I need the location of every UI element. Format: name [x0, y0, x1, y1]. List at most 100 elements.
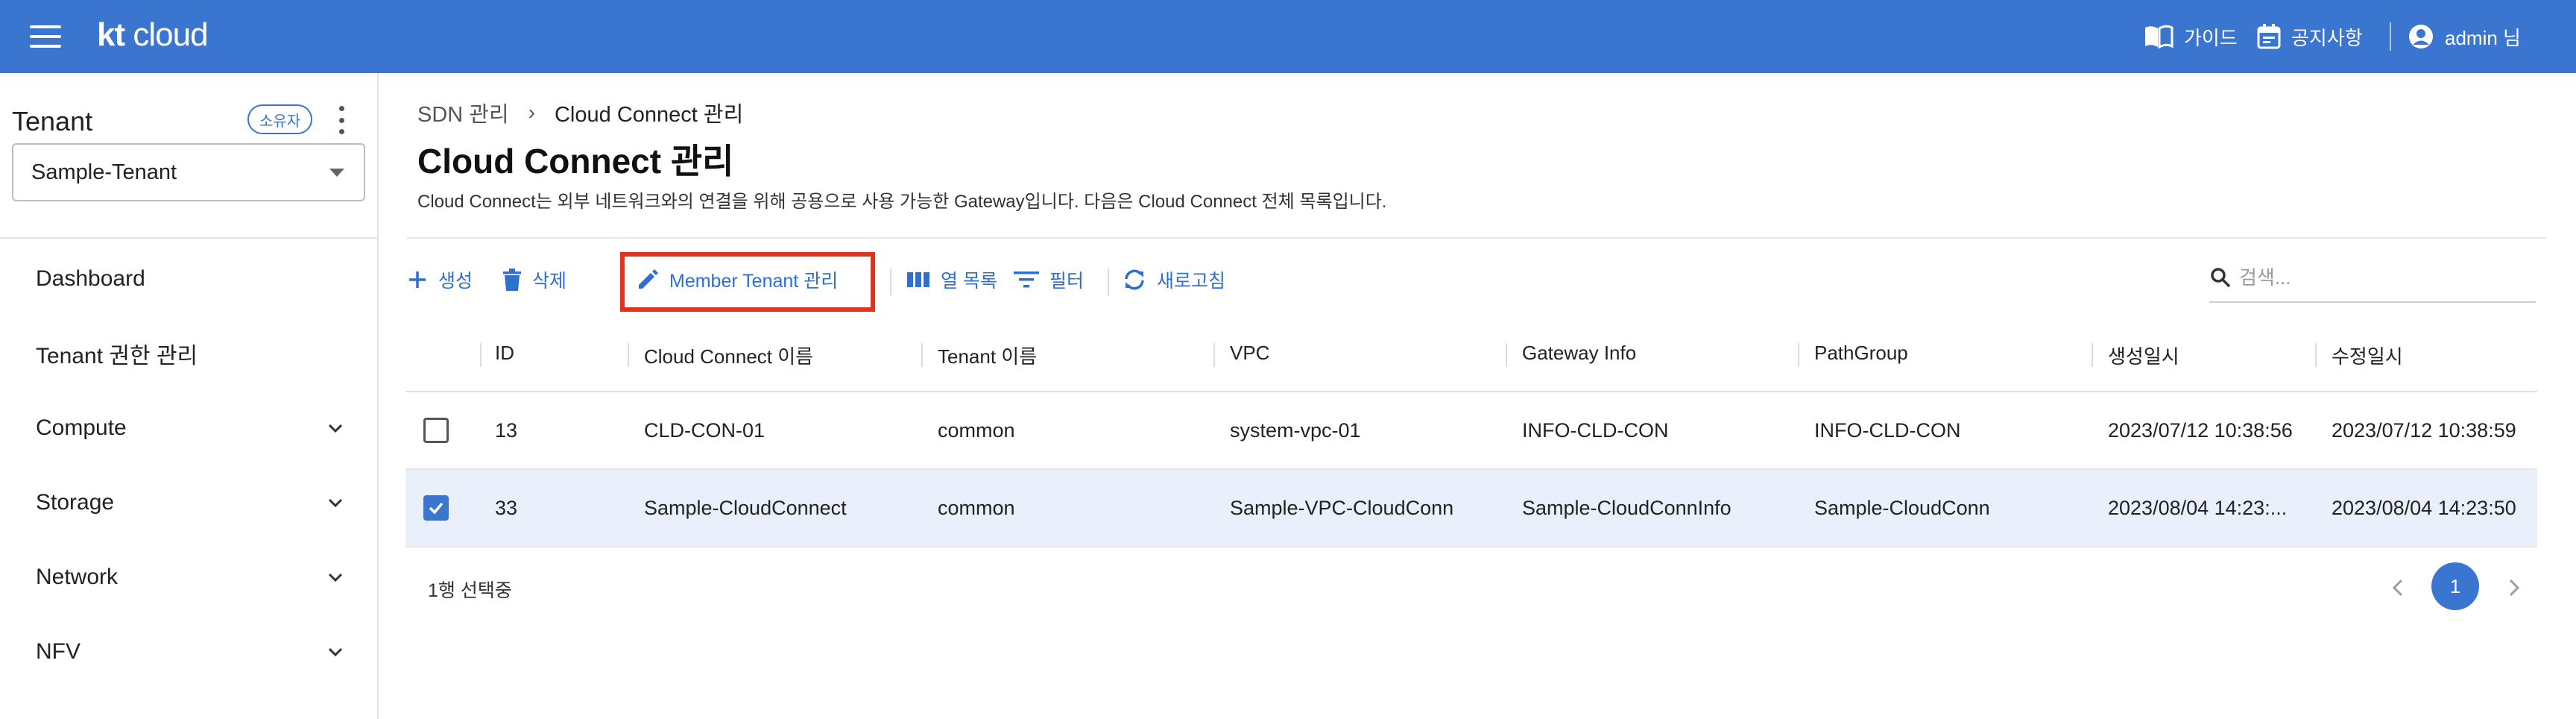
sidebar-item-label: NFV: [36, 639, 80, 664]
trash-icon: [503, 269, 521, 291]
sidebar-item-network[interactable]: Network: [36, 555, 349, 600]
chevron-down-icon: [328, 647, 343, 657]
create-button[interactable]: 생성: [407, 258, 473, 301]
table-row[interactable]: 13 CLD-CON-01 common system-vpc-01 INFO-…: [405, 392, 2537, 470]
cell-modified: 2023/07/12 10:38:59: [2332, 419, 2516, 442]
owner-badge: 소유자: [247, 104, 313, 134]
guide-label: 가이드: [2184, 26, 2238, 49]
logo-text-cloud: cloud: [133, 16, 208, 53]
filter-label: 필터: [1049, 271, 1085, 292]
breadcrumb-parent[interactable]: SDN 관리: [417, 97, 509, 128]
search-input[interactable]: [2239, 266, 2507, 289]
tenant-select[interactable]: Sample-Tenant: [12, 143, 365, 201]
book-icon: [2145, 25, 2174, 48]
tenant-select-value: Sample-Tenant: [31, 160, 177, 184]
column-header-tenant[interactable]: Tenant 이름: [938, 342, 1037, 369]
chevron-down-icon: [328, 424, 343, 433]
check-icon: [429, 502, 443, 515]
cell-tenant: common: [938, 419, 1015, 442]
create-label: 생성: [438, 271, 473, 292]
table-header: ID Cloud Connect 이름 Tenant 이름 VPC Gatewa…: [405, 321, 2537, 392]
delete-button[interactable]: 삭제: [502, 258, 566, 301]
cell-id: 33: [495, 497, 518, 519]
column-header-name[interactable]: Cloud Connect 이름: [644, 342, 813, 369]
logo-text-kt: kt: [97, 16, 125, 53]
account-circle-icon: [2409, 25, 2433, 48]
toolbar-divider: [1108, 269, 1109, 295]
toolbar-divider: [890, 269, 891, 295]
top-app-bar: kt cloud 가이드 공지사항 admin 님: [0, 0, 2576, 73]
chevron-right-icon[interactable]: [2504, 570, 2524, 606]
sidebar-item-storage[interactable]: Storage: [36, 480, 349, 525]
pencil-icon: [639, 269, 658, 289]
column-divider: [1506, 343, 1507, 367]
cell-modified: 2023/08/04 14:23:50: [2332, 497, 2516, 519]
refresh-button[interactable]: 새로고침: [1123, 258, 1225, 301]
member-tenant-manage-button[interactable]: Member Tenant 관리: [637, 258, 838, 301]
row-checkbox[interactable]: [423, 495, 449, 521]
filter-button[interactable]: 필터: [1014, 258, 1084, 301]
column-header-created[interactable]: 생성일시: [2108, 342, 2179, 369]
column-divider: [921, 343, 923, 367]
sidebar-item-compute[interactable]: Compute: [36, 406, 349, 450]
user-menu[interactable]: admin 님: [2408, 21, 2521, 52]
sidebar-item-label: Storage: [36, 490, 115, 515]
cell-created: 2023/08/04 14:23:...: [2108, 497, 2288, 519]
delete-label: 삭제: [532, 271, 567, 292]
column-header-gateway-info[interactable]: Gateway Info: [1522, 342, 1636, 365]
cell-vpc: system-vpc-01: [1230, 419, 1361, 442]
search-field[interactable]: [2209, 254, 2536, 303]
menu-icon[interactable]: [30, 25, 61, 48]
cloud-connect-table: ID Cloud Connect 이름 Tenant 이름 VPC Gatewa…: [405, 321, 2537, 547]
breadcrumb: SDN 관리 › Cloud Connect 관리: [417, 97, 743, 128]
cell-vpc: Sample-VPC-CloudConn: [1230, 497, 1454, 519]
table-row[interactable]: 33 Sample-CloudConnect common Sample-VPC…: [405, 470, 2537, 547]
cell-created: 2023/07/12 10:38:56: [2108, 419, 2293, 442]
cell-pathgroup: Sample-CloudConn: [1814, 497, 1990, 519]
kt-cloud-logo[interactable]: kt cloud: [97, 16, 209, 54]
breadcrumb-current: Cloud Connect 관리: [554, 103, 744, 127]
cell-gateway-info: INFO-CLD-CON: [1522, 419, 1669, 442]
cell-name: Sample-CloudConnect: [644, 497, 847, 519]
chevron-down-icon: [328, 573, 343, 583]
column-header-vpc[interactable]: VPC: [1230, 342, 1269, 365]
cell-name: CLD-CON-01: [644, 419, 765, 442]
search-icon: [2211, 268, 2231, 288]
sidebar: Tenant 소유자 Sample-Tenant Dashboard Tenan…: [0, 73, 379, 719]
guide-link[interactable]: 가이드: [2144, 21, 2238, 52]
column-divider: [2315, 343, 2317, 367]
sidebar-item-tenant-permissions[interactable]: Tenant 권한 관리: [36, 331, 349, 376]
sidebar-item-label: Tenant 권한 관리: [36, 344, 198, 368]
column-header-pathgroup[interactable]: PathGroup: [1814, 342, 1908, 365]
page-description: Cloud Connect는 외부 네트워크와의 연결을 위해 공용으로 사용 …: [417, 192, 1387, 212]
column-divider: [1798, 343, 1799, 367]
calendar-icon: [2257, 24, 2281, 49]
column-divider: [628, 343, 629, 367]
column-divider: [2092, 343, 2093, 367]
tenant-title: Tenant: [12, 106, 93, 136]
sidebar-item-label: Dashboard: [36, 266, 145, 291]
page-button-current[interactable]: 1: [2431, 562, 2479, 610]
row-checkbox[interactable]: [423, 418, 449, 443]
refresh-icon: [1125, 269, 1144, 290]
sidebar-divider: [0, 237, 377, 239]
sidebar-item-nfv[interactable]: NFV: [36, 629, 349, 674]
refresh-label: 새로고침: [1157, 271, 1226, 292]
column-header-modified[interactable]: 수정일시: [2332, 342, 2403, 369]
columns-button[interactable]: 열 목록: [906, 258, 997, 301]
cell-pathgroup: INFO-CLD-CON: [1814, 419, 1961, 442]
cell-gateway-info: Sample-CloudConnInfo: [1522, 497, 1731, 519]
sidebar-item-dashboard[interactable]: Dashboard: [36, 257, 349, 301]
column-header-id[interactable]: ID: [495, 342, 514, 365]
plus-icon: [409, 271, 426, 288]
notice-label: 공지사항: [2291, 26, 2363, 49]
cell-id: 13: [495, 419, 518, 442]
page-title: Cloud Connect 관리: [417, 142, 734, 180]
sidebar-item-label: Compute: [36, 415, 127, 440]
notice-link[interactable]: 공지사항: [2257, 21, 2363, 52]
content-divider: [407, 237, 2546, 239]
cell-tenant: common: [938, 497, 1015, 519]
chevron-left-icon[interactable]: [2388, 570, 2408, 606]
more-vert-icon[interactable]: [335, 106, 347, 134]
sidebar-item-label: Network: [36, 565, 119, 589]
